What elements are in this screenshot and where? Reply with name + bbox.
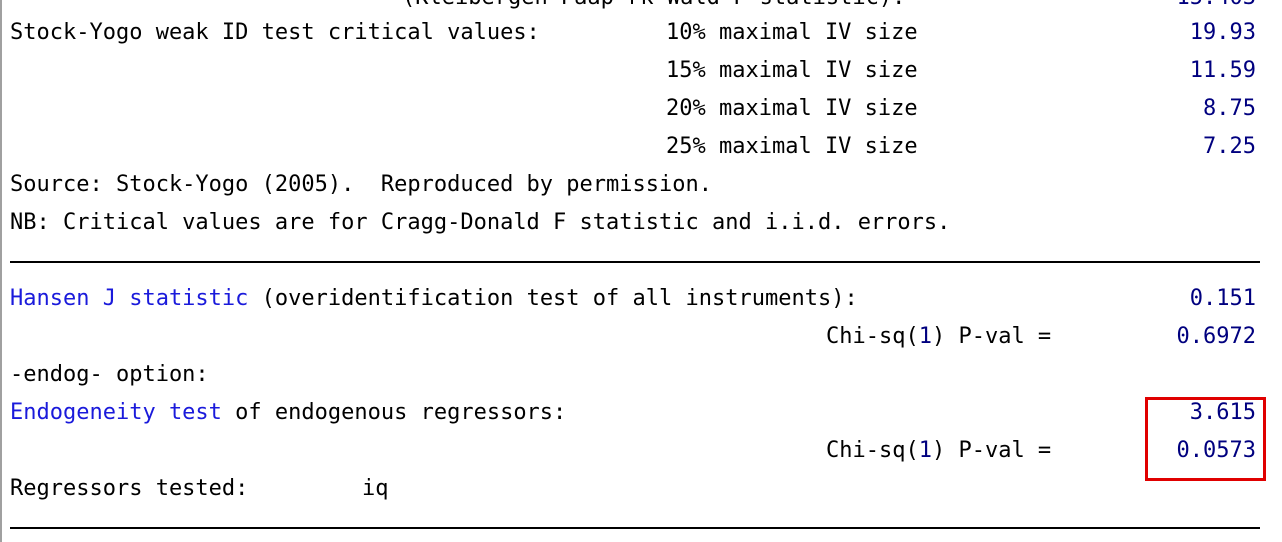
stock-yogo-row-value-20: 8.75 bbox=[1203, 96, 1256, 121]
endog-df: 1 bbox=[918, 438, 932, 463]
endog-desc: of endogenous regressors: bbox=[221, 400, 567, 425]
stock-yogo-row-label-15: 15% maximal IV size bbox=[666, 58, 918, 83]
stock-yogo-row-label-20: 20% maximal IV size bbox=[666, 96, 918, 121]
regressors-tested-value: iq bbox=[362, 476, 389, 501]
stock-yogo-label: Stock-Yogo weak ID test critical values: bbox=[10, 20, 540, 45]
stock-yogo-row-value-15: 11.59 bbox=[1189, 58, 1256, 83]
hansen-chisq-prefix: Chi-sq( bbox=[826, 324, 919, 349]
kp-wald-value: 15.403 bbox=[1177, 0, 1256, 14]
hansen-line: Hansen J statistic (overidentification t… bbox=[10, 283, 858, 315]
stock-yogo-row-value-10: 19.93 bbox=[1189, 20, 1256, 45]
hansen-df: 1 bbox=[918, 324, 932, 349]
stock-yogo-row-label-25: 25% maximal IV size bbox=[666, 134, 918, 159]
hansen-desc: (overidentification test of all instrume… bbox=[248, 286, 858, 311]
hansen-value: 0.151 bbox=[1189, 286, 1256, 311]
endog-line: Endogeneity test of endogenous regressor… bbox=[10, 397, 566, 429]
hansen-j-link[interactable]: Hansen J statistic bbox=[10, 286, 248, 311]
endog-option-label: -endog- option: bbox=[10, 362, 209, 387]
bottom-divider bbox=[10, 527, 1260, 529]
endog-pval-suffix: ) P-val = bbox=[931, 438, 1052, 463]
source-note: Source: Stock-Yogo (2005). Reproduced by… bbox=[10, 172, 712, 197]
window-left-border bbox=[0, 0, 2, 542]
section-divider bbox=[10, 261, 1260, 263]
hansen-pval-suffix: ) P-val = bbox=[931, 324, 1052, 349]
highlight-box bbox=[1145, 397, 1266, 481]
endogeneity-test-link[interactable]: Endogeneity test bbox=[10, 400, 222, 425]
regressors-tested-label: Regressors tested: bbox=[10, 476, 249, 501]
stock-yogo-row-value-25: 7.25 bbox=[1203, 134, 1256, 159]
kp-wald-label: (Kleibergen-Paap rk Wald F statistic): bbox=[402, 0, 905, 14]
endog-pval-label: Chi-sq(1) P-val = bbox=[826, 435, 1051, 467]
endog-chisq-prefix: Chi-sq( bbox=[826, 438, 919, 463]
nb-note: NB: Critical values are for Cragg-Donald… bbox=[10, 210, 951, 235]
hansen-pval-label: Chi-sq(1) P-val = bbox=[826, 321, 1051, 353]
stock-yogo-row-label-10: 10% maximal IV size bbox=[666, 20, 918, 45]
hansen-pval: 0.6972 bbox=[1176, 324, 1256, 349]
